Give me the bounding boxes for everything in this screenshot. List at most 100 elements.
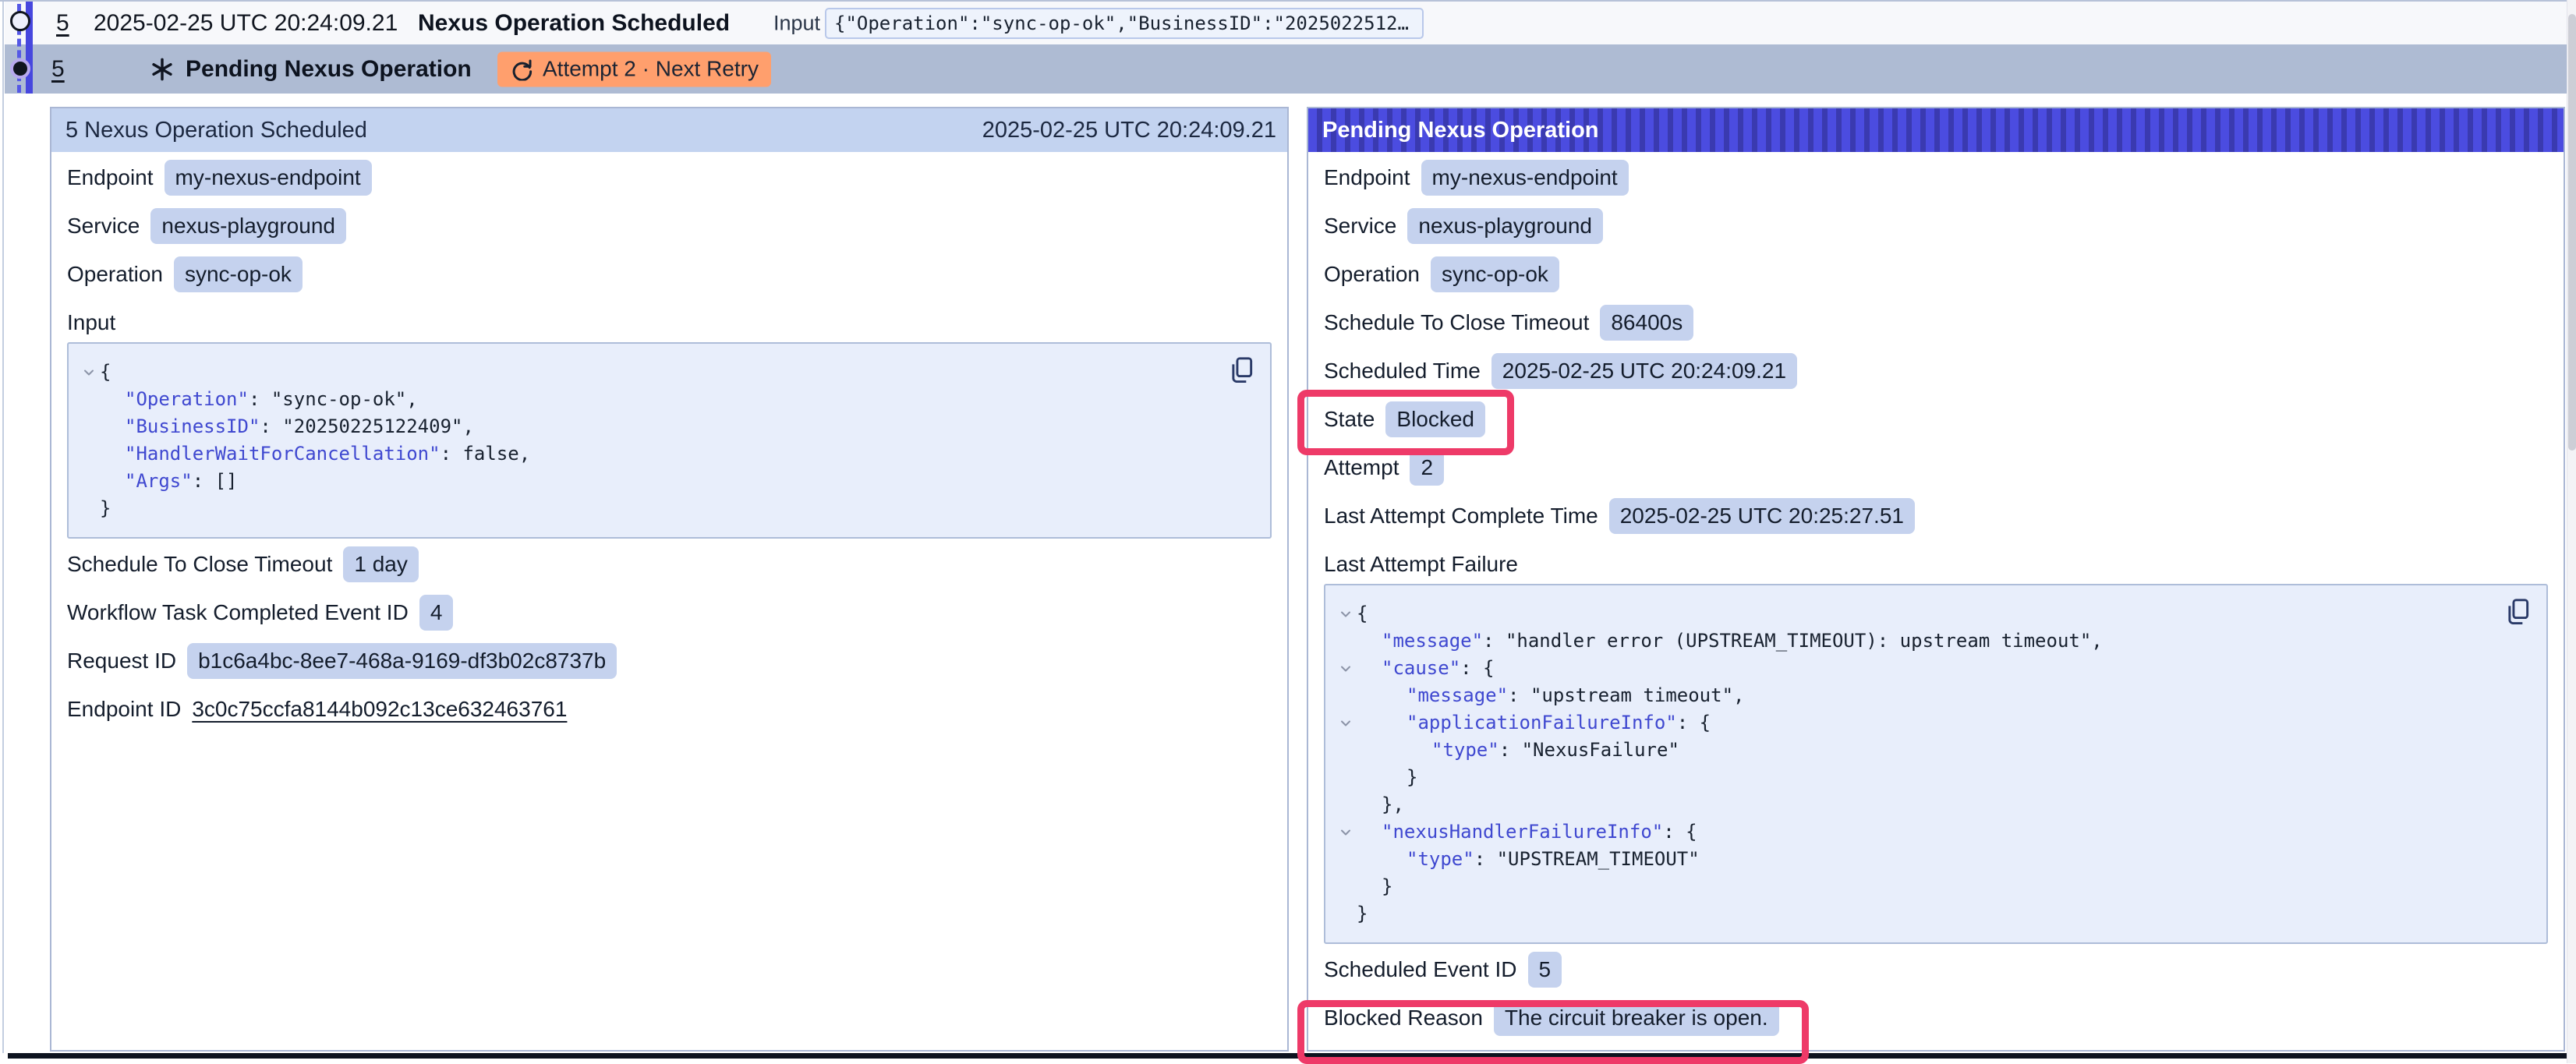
pending-operation-card: Pending Nexus Operation Endpointmy-nexus… [1307, 107, 2565, 1052]
json-line-text: "cause": { [1357, 655, 1495, 682]
copy-button[interactable] [1228, 355, 1256, 386]
field-value-badge: b1c6a4bc-8ee7-468a-9169-df3b02c8737b [187, 643, 617, 679]
input-preview-text: {"Operation":"sync-op-ok","BusinessID":"… [834, 12, 1409, 34]
json-gutter [1335, 737, 1357, 764]
json-line: "type": "UPSTREAM_TIMEOUT" [1335, 846, 2500, 873]
chevron-down-icon[interactable] [1335, 600, 1357, 627]
json-line-text: "type": "UPSTREAM_TIMEOUT" [1357, 846, 1700, 873]
json-gutter [78, 413, 100, 440]
json-line: } [1335, 900, 2500, 928]
scrollbar-thumb[interactable] [2568, 14, 2576, 451]
json-line-text: } [1357, 900, 1368, 928]
json-line-text: }, [1357, 791, 1404, 818]
json-line-text: "HandlerWaitForCancellation": false, [100, 440, 530, 468]
field-endpoint-id: Endpoint ID 3c0c75ccfa8144b092c13ce632463… [67, 691, 1272, 727]
input-section-label: Input [67, 309, 1272, 336]
field-label: Service [1324, 214, 1396, 239]
field-value-badge: 4 [419, 595, 454, 631]
json-line-text: } [1357, 764, 1417, 791]
field-scheduled-time: Scheduled Time 2025-02-25 UTC 20:24:09.21 [1324, 353, 2548, 389]
field-label: Request ID [67, 649, 176, 673]
field-label: Blocked Reason [1324, 1006, 1483, 1030]
chevron-down-icon[interactable] [1335, 655, 1357, 682]
json-line: { [78, 359, 1223, 386]
json-line: } [1335, 873, 2500, 900]
field-value-badge: sync-op-ok [174, 256, 303, 292]
json-line-text: "Operation": "sync-op-ok", [100, 386, 418, 413]
field-label: Schedule To Close Timeout [67, 552, 332, 577]
event-id-link[interactable]: 5 [51, 56, 65, 83]
event-row-pending[interactable]: 5 Pending Nexus Operation Attempt 2 · Ne… [5, 44, 2567, 94]
json-line: "message": "upstream timeout", [1335, 682, 2500, 709]
field-value-badge: The circuit breaker is open. [1494, 1000, 1779, 1036]
field-label: Endpoint [1324, 165, 1410, 190]
json-line-text: } [100, 495, 111, 522]
json-line: "cause": { [1335, 655, 2500, 682]
field-workflow-task-completed-event-id: Workflow Task Completed Event ID4 [67, 595, 1272, 631]
json-line-text: } [1357, 873, 1392, 900]
field-state: State Blocked [1324, 401, 2548, 437]
event-title: Nexus Operation Scheduled [418, 10, 730, 37]
field-scheduled-event-id: Scheduled Event ID5 [1324, 952, 2548, 988]
field-value-badge: 86400s [1600, 305, 1693, 341]
json-line-text: "applicationFailureInfo": { [1357, 709, 1711, 737]
field-value-link[interactable]: 3c0c75ccfa8144b092c13ce632463761 [192, 697, 567, 722]
json-line-text: "type": "NexusFailure" [1357, 737, 1679, 764]
json-gutter [1335, 764, 1357, 791]
chevron-down-icon[interactable] [78, 359, 100, 386]
field-label: Last Attempt Complete Time [1324, 504, 1598, 528]
timeline-marker-filled-circle [10, 58, 30, 79]
left-border-line [2, 2, 4, 1053]
json-line: "Args": [] [78, 468, 1223, 495]
scrollbar-track[interactable] [2567, 0, 2576, 1063]
scheduled-card-timestamp: 2025-02-25 UTC 20:24:09.21 [982, 118, 1276, 143]
event-title: Pending Nexus Operation [186, 56, 472, 83]
field-value-badge: 2 [1410, 450, 1444, 486]
json-line: "Operation": "sync-op-ok", [78, 386, 1223, 413]
json-line: } [1335, 764, 2500, 791]
field-schedule-to-close-timeout: Schedule To Close Timeout86400s [1324, 305, 2548, 341]
event-timestamp: 2025-02-25 UTC 20:24:09.21 [94, 10, 398, 37]
field-label: Endpoint ID [67, 697, 181, 722]
json-line: } [78, 495, 1223, 522]
json-gutter [78, 468, 100, 495]
field-schedule-to-close-timeout: Schedule To Close Timeout 1 day [67, 546, 1272, 582]
field-value-badge: nexus-playground [150, 208, 346, 244]
field-label: Service [67, 214, 140, 239]
chevron-down-icon[interactable] [1335, 709, 1357, 737]
field-label: State [1324, 407, 1375, 432]
json-gutter [78, 440, 100, 468]
field-value-badge: 1 day [343, 546, 419, 582]
field-label: Endpoint [67, 165, 154, 190]
field-request-id: Request ID b1c6a4bc-8ee7-468a-9169-df3b02… [67, 643, 1272, 679]
field-value-badge: sync-op-ok [1431, 256, 1559, 292]
json-line: { [1335, 600, 2500, 627]
field-last-attempt-complete-time: Last Attempt Complete Time 2025-02-25 UTC… [1324, 498, 2548, 534]
field-value-badge: 2025-02-25 UTC 20:25:27.51 [1609, 498, 1915, 534]
scheduled-card-title: 5 Nexus Operation Scheduled [65, 118, 367, 143]
json-line: "nexusHandlerFailureInfo": { [1335, 818, 2500, 846]
field-endpoint: Endpointmy-nexus-endpoint [67, 160, 1272, 196]
json-line: "type": "NexusFailure" [1335, 737, 2500, 764]
attempt-retry-badge[interactable]: Attempt 2 · Next Retry [497, 51, 771, 87]
retry-icon [510, 58, 533, 81]
input-preview-box[interactable]: {"Operation":"sync-op-ok","BusinessID":"… [825, 8, 1424, 39]
field-attempt: Attempt2 [1324, 450, 2548, 486]
event-id-link[interactable]: 5 [56, 10, 69, 37]
json-line-text: "Args": [] [100, 468, 238, 495]
json-gutter [1335, 682, 1357, 709]
field-value-badge: Blocked [1385, 401, 1485, 437]
scheduled-event-card: 5 Nexus Operation Scheduled 2025-02-25 U… [50, 107, 1289, 1052]
field-operation: Operationsync-op-ok [1324, 256, 2548, 292]
copy-button[interactable] [2504, 596, 2532, 627]
field-blocked-reason: Blocked Reason The circuit breaker is ope… [1324, 1000, 2548, 1036]
field-value-badge: 2025-02-25 UTC 20:24:09.21 [1491, 353, 1797, 389]
json-gutter [78, 495, 100, 522]
event-row-scheduled[interactable]: 5 2025-02-25 UTC 20:24:09.21 Nexus Opera… [5, 2, 2567, 44]
chevron-down-icon[interactable] [1335, 818, 1357, 846]
pending-card-fields: Endpointmy-nexus-endpointServicenexus-pl… [1324, 160, 2548, 534]
field-label: Scheduled Time [1324, 359, 1481, 384]
json-line: "BusinessID": "20250225122409", [78, 413, 1223, 440]
json-line-text: { [1357, 600, 1368, 627]
json-line-text: { [100, 359, 111, 386]
